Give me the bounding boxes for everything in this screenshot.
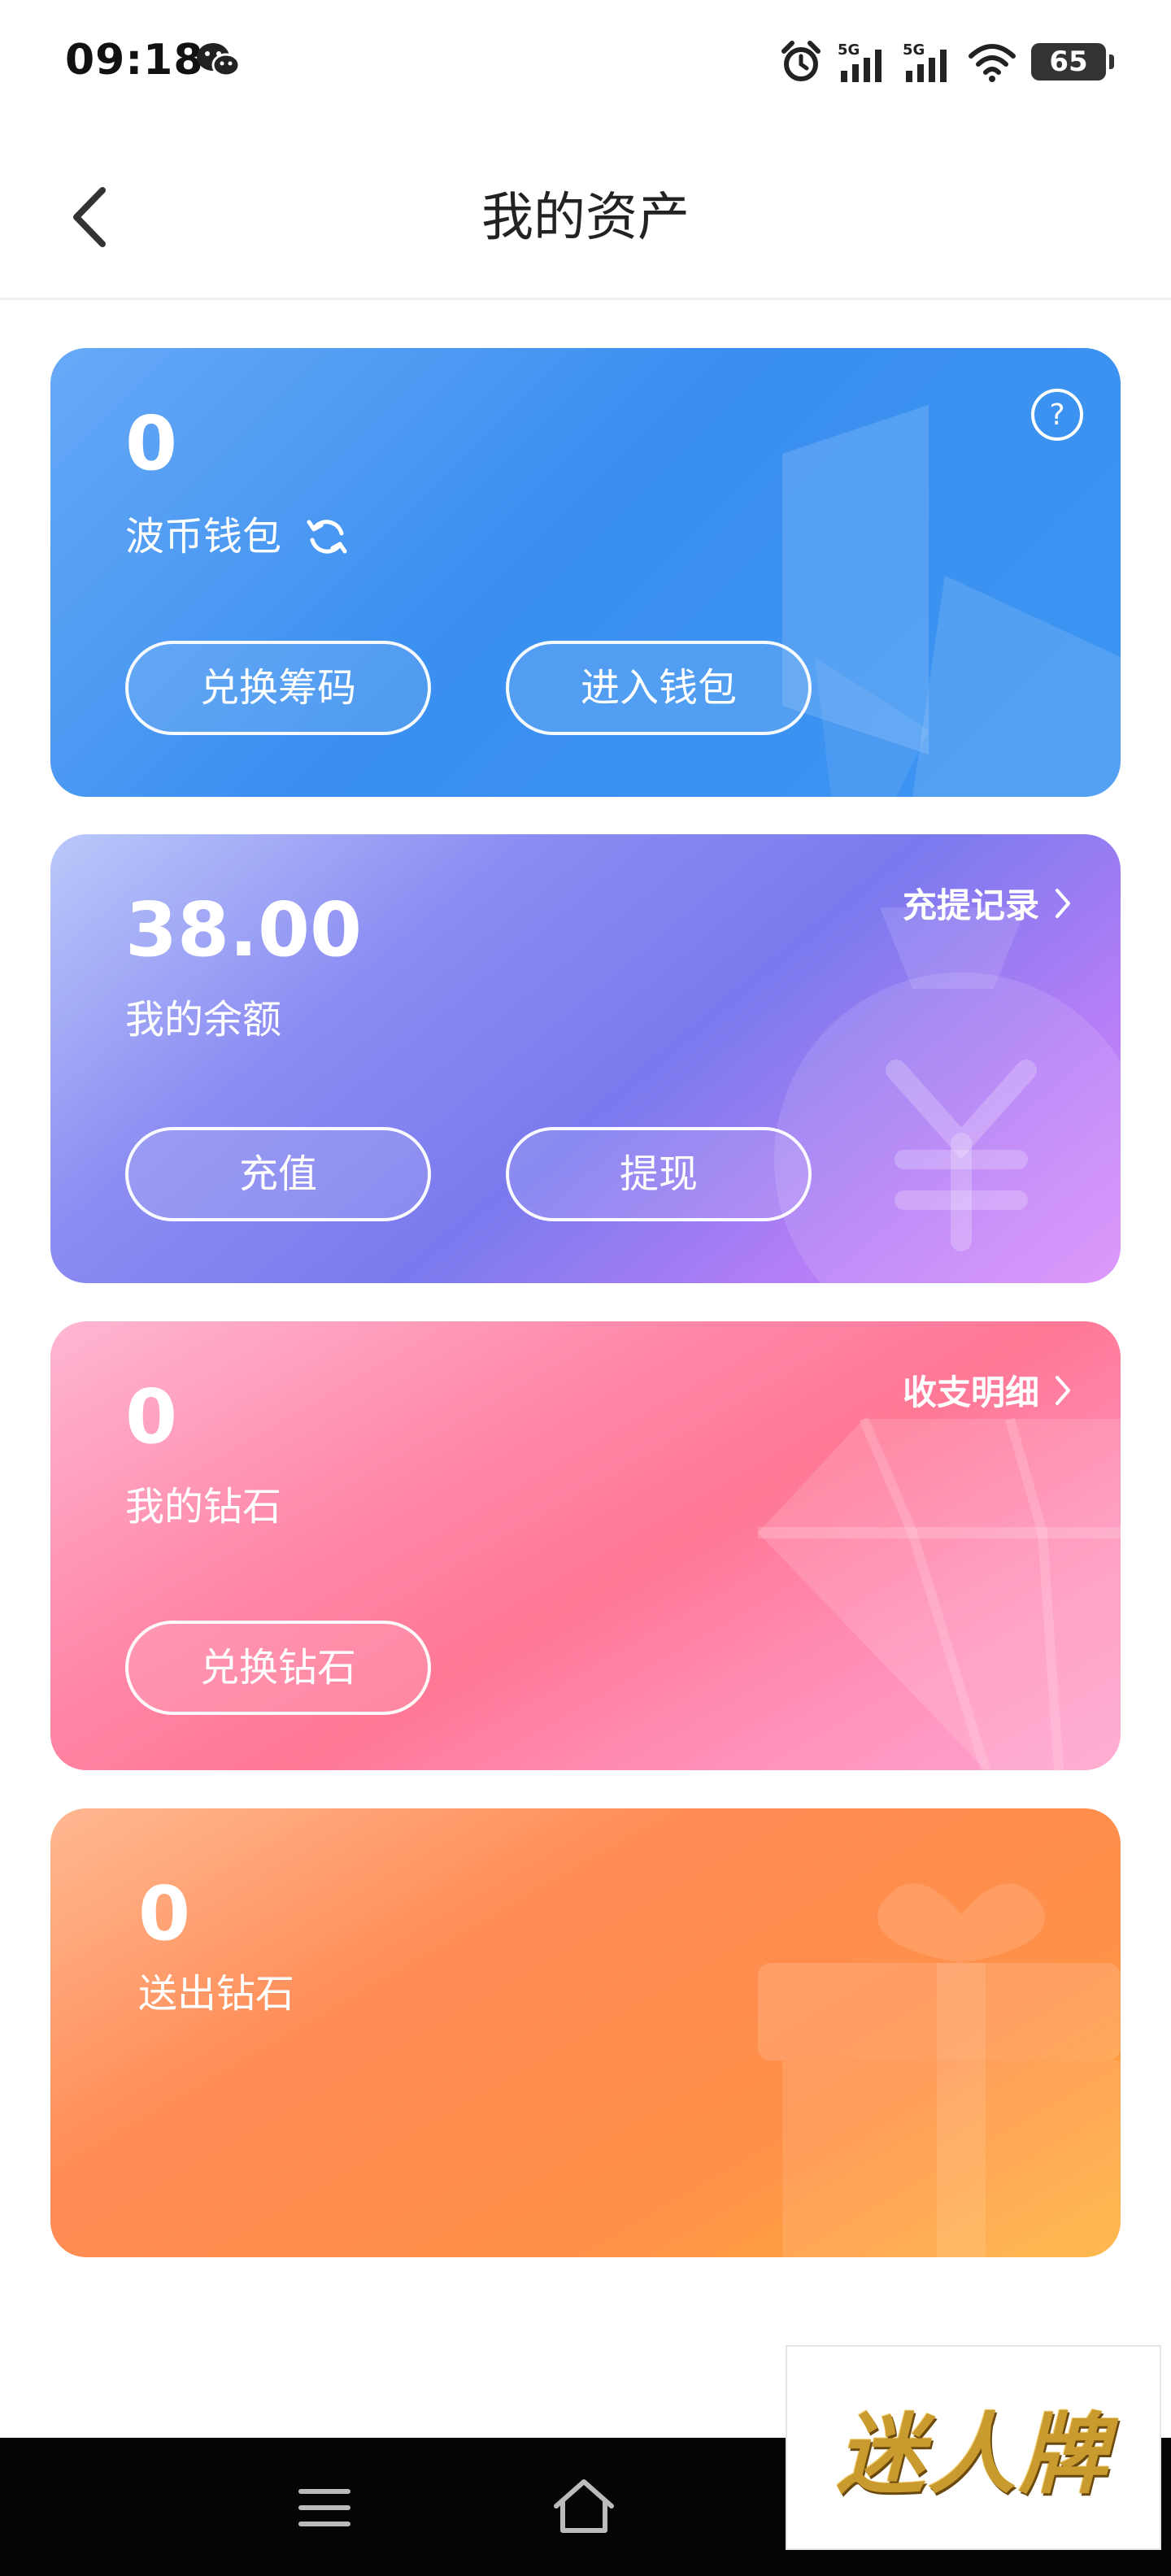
- sent-diamonds-label: 送出钻石: [138, 1971, 295, 2017]
- svg-text:5G: 5G: [903, 41, 925, 59]
- records-link-label: 充提记录: [902, 886, 1039, 925]
- sent-diamonds-card: 0 送出钻石: [50, 1808, 1121, 2257]
- wallet-label-row: 波币钱包: [125, 514, 350, 559]
- diamonds-value: 0: [125, 1373, 178, 1460]
- balance-value: 38.00: [125, 886, 363, 973]
- wallet-label: 波币钱包: [125, 514, 282, 559]
- brand-logo: 迷人牌: [786, 2345, 1161, 2550]
- exchange-chips-button[interactable]: 兑换筹码: [125, 641, 431, 735]
- chevron-right-icon: [1056, 888, 1070, 918]
- svg-text:5G: 5G: [838, 41, 860, 59]
- recharge-button[interactable]: 充值: [125, 1127, 431, 1221]
- balance-label: 我的余额: [125, 997, 282, 1042]
- svg-text:?: ?: [1049, 398, 1064, 432]
- signal-5g-icon-1: 5G: [838, 41, 882, 82]
- page-title: 我的资产: [481, 188, 690, 248]
- details-link-label: 收支明细: [902, 1373, 1039, 1412]
- wallet-balance-value: 0: [125, 400, 178, 487]
- balance-card: 充提记录 38.00 我的余额 充值 提现: [50, 834, 1121, 1283]
- brand-logo-text: 迷人牌: [836, 2404, 1110, 2506]
- help-icon[interactable]: ?: [1030, 387, 1085, 442]
- diamonds-card: 收支明细 0 我的钻石 兑换钻石: [50, 1321, 1121, 1770]
- signal-5g-icon-2: 5G: [903, 41, 947, 82]
- withdraw-button[interactable]: 提现: [506, 1127, 812, 1221]
- diamonds-label: 我的钻石: [125, 1484, 282, 1530]
- wallet-card: ? 0 波币钱包 兑换筹码 进入钱包: [50, 348, 1121, 797]
- status-icons: 5G 5G 65: [779, 37, 1114, 86]
- recharge-withdraw-records-link[interactable]: 充提记录: [903, 878, 1072, 928]
- status-time: 09:18: [65, 36, 204, 85]
- wifi-icon: [969, 44, 1016, 82]
- wechat-icon: [197, 43, 241, 77]
- exchange-diamonds-button[interactable]: 兑换钻石: [125, 1621, 431, 1715]
- chevron-right-icon: [1056, 1375, 1070, 1405]
- navigation-bar: 我的资产: [0, 130, 1171, 300]
- income-expense-details-link[interactable]: 收支明细: [903, 1365, 1072, 1415]
- sent-diamonds-value: 0: [138, 1870, 191, 1957]
- gift-icon: [758, 1883, 1121, 2257]
- menu-icon[interactable]: [296, 2485, 353, 2530]
- alarm-icon: [781, 41, 821, 81]
- enter-wallet-button[interactable]: 进入钱包: [506, 641, 812, 735]
- battery-indicator: 65: [1031, 43, 1114, 80]
- home-icon[interactable]: [550, 2475, 618, 2537]
- refresh-icon[interactable]: [304, 514, 350, 559]
- status-bar: 09:18 5G 5G 65: [0, 0, 1171, 130]
